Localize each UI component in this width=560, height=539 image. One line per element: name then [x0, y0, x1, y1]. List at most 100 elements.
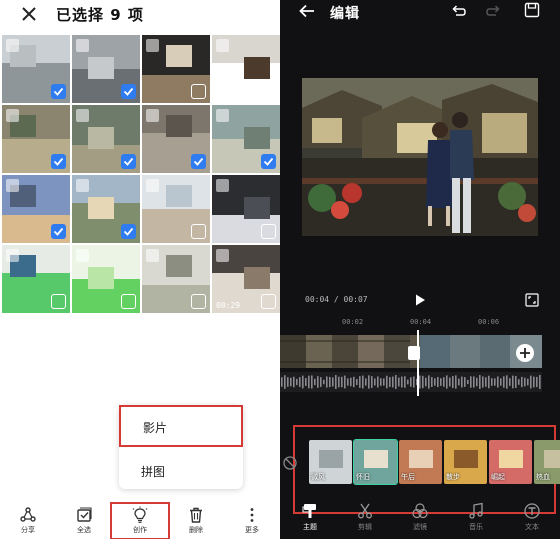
trash-icon	[190, 507, 202, 523]
tab-filter[interactable]: 滤镜	[400, 497, 440, 537]
expand-icon[interactable]	[216, 249, 229, 262]
check-icon	[53, 87, 64, 96]
photo-tile[interactable]	[2, 105, 70, 173]
expand-icon[interactable]	[6, 109, 19, 122]
photo-tile[interactable]	[212, 35, 280, 103]
checkbox-checked[interactable]	[191, 154, 206, 169]
close-icon[interactable]	[18, 3, 40, 25]
photo-tile[interactable]	[2, 245, 70, 313]
selection-count-title: 已选择 9 项	[56, 6, 144, 24]
expand-icon[interactable]	[76, 39, 89, 52]
create-movie-option[interactable]: 影片	[119, 405, 243, 447]
tab-cut[interactable]: 剪辑	[345, 497, 385, 537]
tab-text[interactable]: 文本	[512, 497, 552, 537]
expand-icon[interactable]	[76, 109, 89, 122]
expand-icon[interactable]	[6, 179, 19, 192]
photo-tile[interactable]	[142, 105, 210, 173]
photo-tile[interactable]	[2, 35, 70, 103]
theme-item[interactable]: 怀旧	[353, 439, 398, 485]
theme-item[interactable]: 热血	[534, 440, 560, 484]
theme-item[interactable]: 微风	[309, 440, 352, 484]
no-theme-icon[interactable]	[282, 455, 298, 471]
theme-item[interactable]: 散步	[444, 440, 487, 484]
photo-tile[interactable]	[2, 175, 70, 243]
photo-tile[interactable]	[142, 35, 210, 103]
checkbox-checked[interactable]	[51, 154, 66, 169]
expand-icon[interactable]	[6, 249, 19, 262]
checkbox-checked[interactable]	[51, 224, 66, 239]
theme-item[interactable]: 午后	[399, 440, 442, 484]
redo-icon[interactable]	[485, 2, 503, 20]
waveform-bar	[311, 375, 313, 389]
add-clip-button[interactable]	[516, 344, 534, 362]
delete-button[interactable]: 删除	[176, 503, 216, 539]
video-preview[interactable]	[302, 78, 538, 236]
undo-icon[interactable]	[449, 2, 467, 20]
select-all-button[interactable]: 全选	[64, 503, 104, 539]
checkbox-unchecked[interactable]	[261, 84, 276, 99]
back-arrow-icon[interactable]	[298, 2, 316, 20]
tab-theme[interactable]: 主题	[290, 497, 330, 537]
waveform-bar	[326, 376, 328, 388]
check-icon	[193, 157, 204, 166]
photo-tile[interactable]	[142, 245, 210, 313]
photo-tile[interactable]	[72, 105, 140, 173]
text-icon	[524, 503, 540, 519]
checkbox-unchecked[interactable]	[191, 84, 206, 99]
create-collage-option[interactable]: 拼图	[141, 463, 165, 480]
tab-music[interactable]: 音乐	[456, 497, 496, 537]
waveform-bar	[440, 378, 442, 386]
checkbox-unchecked[interactable]	[191, 224, 206, 239]
expand-icon[interactable]	[146, 109, 159, 122]
photo-tile[interactable]	[212, 175, 280, 243]
expand-icon[interactable]	[146, 179, 159, 192]
photo-tile[interactable]	[72, 175, 140, 243]
expand-icon[interactable]	[6, 39, 19, 52]
video-tile[interactable]: 00:29	[212, 245, 280, 313]
waveform-bar	[347, 378, 349, 386]
play-icon[interactable]	[413, 293, 427, 307]
ruler-tick-label: 00:04	[410, 318, 432, 326]
save-icon[interactable]	[523, 1, 541, 19]
photo-tile[interactable]	[142, 175, 210, 243]
checkbox-checked[interactable]	[121, 154, 136, 169]
waveform-bar	[359, 376, 361, 388]
expand-icon[interactable]	[76, 179, 89, 192]
waveform-bar	[350, 377, 352, 387]
create-highlight-frame	[110, 502, 170, 539]
theme-item[interactable]: 崛起	[489, 440, 532, 484]
checkbox-checked[interactable]	[121, 224, 136, 239]
waveform-bar	[398, 377, 400, 387]
checkbox-checked[interactable]	[121, 84, 136, 99]
checkbox-unchecked[interactable]	[261, 224, 276, 239]
audio-waveform[interactable]	[280, 372, 542, 392]
timeline-playhead[interactable]	[417, 330, 419, 396]
more-button[interactable]: 更多	[232, 503, 272, 539]
waveform-bar	[281, 377, 283, 387]
expand-icon[interactable]	[216, 39, 229, 52]
checkbox-checked[interactable]	[261, 154, 276, 169]
editor-tab-bar: 主题 剪辑 滤镜 音乐 文本	[280, 497, 560, 539]
share-button[interactable]: 分享	[8, 503, 48, 539]
waveform-bar	[377, 376, 379, 388]
checkbox-unchecked[interactable]	[191, 294, 206, 309]
check-icon	[53, 227, 64, 236]
waveform-bar	[512, 375, 514, 389]
theme-name: 热血	[536, 473, 550, 481]
checkbox-unchecked[interactable]	[121, 294, 136, 309]
expand-icon[interactable]	[146, 39, 159, 52]
checkbox-unchecked[interactable]	[261, 294, 276, 309]
photo-tile[interactable]	[72, 35, 140, 103]
expand-icon[interactable]	[216, 109, 229, 122]
expand-icon[interactable]	[76, 249, 89, 262]
waveform-bar	[389, 377, 391, 387]
checkbox-unchecked[interactable]	[51, 294, 66, 309]
fullscreen-icon[interactable]	[525, 293, 539, 307]
photo-tile[interactable]	[212, 105, 280, 173]
music-note-icon	[469, 502, 483, 519]
photo-tile[interactable]	[72, 245, 140, 313]
expand-icon[interactable]	[146, 249, 159, 262]
waveform-bar	[284, 375, 286, 389]
checkbox-checked[interactable]	[51, 84, 66, 99]
expand-icon[interactable]	[216, 179, 229, 192]
